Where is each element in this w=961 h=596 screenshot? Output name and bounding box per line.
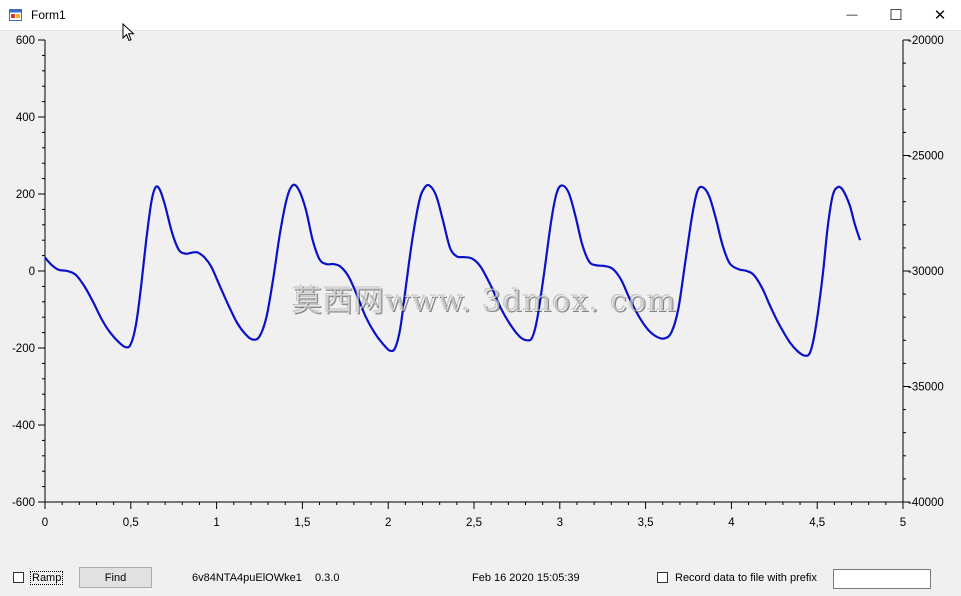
y-tick-label: -600 <box>12 497 35 509</box>
line-chart: 600 400 200 0 -200 -400 -600 -20000 -25000 -30000… <box>12 35 944 529</box>
close-button[interactable]: ✕ <box>917 0 961 30</box>
x-tick-label: 5 <box>900 517 906 529</box>
build-date-text: Feb 16 2020 15:05:39 <box>472 572 580 584</box>
ramp-checkbox[interactable] <box>13 572 24 583</box>
mouse-cursor-icon <box>122 23 135 42</box>
x-tick-label: 1 <box>213 517 219 529</box>
window-title: Form1 <box>31 8 66 22</box>
find-button[interactable]: Find <box>79 567 152 588</box>
x-tick-label: 1,5 <box>294 517 310 529</box>
x-tick-label: 4,5 <box>809 517 825 529</box>
version-text: 0.3.0 <box>315 572 340 584</box>
y2-tick-label: -25000 <box>908 151 944 163</box>
device-id-text: 6v84NTA4puElOWke1 <box>192 572 302 584</box>
chart-ticks: 600 400 200 0 -200 -400 -600 -20000 -25000 -30000… <box>12 35 944 529</box>
minimize-icon: — <box>846 9 858 21</box>
maximize-button[interactable]: ☐ <box>873 0 919 30</box>
chart-axes <box>44 40 904 503</box>
y-tick-label: 600 <box>16 35 35 47</box>
y-tick-label: 400 <box>16 112 35 124</box>
x-tick-label: 3,5 <box>638 517 654 529</box>
record-label[interactable]: Record data to file with prefix <box>675 572 817 584</box>
ramp-label[interactable]: Ramp <box>30 571 64 585</box>
y2-tick-label: -20000 <box>908 35 944 47</box>
app-icon <box>9 9 22 21</box>
maximize-icon: ☐ <box>889 7 903 24</box>
y-tick-label: 200 <box>16 189 35 201</box>
series-line <box>44 183 862 357</box>
title-bar: Form1 — ☐ ✕ <box>0 0 961 31</box>
x-tick-label: 3 <box>557 517 563 529</box>
prefix-input[interactable] <box>833 569 931 589</box>
record-checkbox[interactable] <box>657 572 668 583</box>
chart-series <box>44 183 862 357</box>
x-tick-label: 0,5 <box>123 517 139 529</box>
y2-tick-label: -30000 <box>908 266 944 278</box>
y2-tick-label: -40000 <box>908 497 944 509</box>
x-tick-label: 0 <box>42 517 48 529</box>
y2-tick-label: -35000 <box>908 382 944 394</box>
close-icon: ✕ <box>933 7 947 24</box>
x-tick-label: 4 <box>728 517 735 529</box>
minimize-button[interactable]: — <box>829 0 875 30</box>
x-tick-label: 2,5 <box>466 517 482 529</box>
y-tick-label: 0 <box>29 266 35 278</box>
y-tick-label: -200 <box>12 343 35 355</box>
x-tick-label: 2 <box>385 517 391 529</box>
y-tick-label: -400 <box>12 420 35 432</box>
